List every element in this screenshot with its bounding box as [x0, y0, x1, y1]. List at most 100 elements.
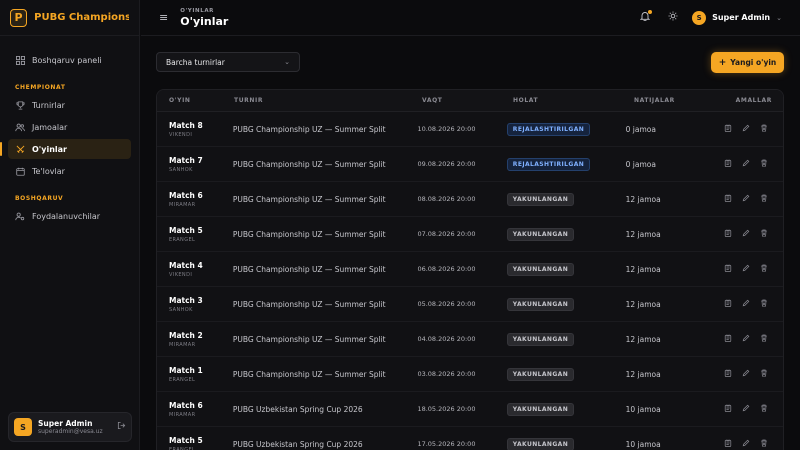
- table-row[interactable]: Match 8 VIKENDI PUBG Championship UZ — S…: [157, 112, 783, 147]
- column-header-tournament[interactable]: TURNIR: [234, 97, 422, 104]
- swords-icon: [14, 143, 26, 155]
- table-row[interactable]: Match 4 VIKENDI PUBG Championship UZ — S…: [157, 252, 783, 287]
- trash-icon[interactable]: [760, 229, 768, 239]
- table-row[interactable]: Match 7 SANHOK PUBG Championship UZ — Su…: [157, 147, 783, 182]
- column-header-time[interactable]: VAQT: [422, 97, 513, 104]
- sidebar-item-teams[interactable]: Jamoalar: [8, 117, 131, 137]
- table-row[interactable]: Match 5 ERANGEL PUBG Uzbekistan Spring C…: [157, 427, 783, 450]
- match-time: 18.05.2026 20:00: [417, 405, 476, 413]
- match-cell: Match 1 ERANGEL: [157, 366, 233, 383]
- brand-logo: P: [10, 8, 28, 27]
- column-header-match[interactable]: O'YIN: [157, 97, 234, 104]
- tournament-filter-select[interactable]: Barcha turnirlar ⌄: [156, 52, 300, 72]
- match-time: 17.05.2026 20:00: [417, 440, 476, 448]
- edit-icon[interactable]: [742, 369, 750, 379]
- edit-icon[interactable]: [742, 229, 750, 239]
- status-badge: YAKUNLANGAN: [506, 437, 575, 450]
- user-info: Super Admin superadmin@vesa.uz: [38, 419, 117, 435]
- status-cell: YAKUNLANGAN: [506, 192, 626, 206]
- trash-icon[interactable]: [760, 124, 768, 134]
- sidebar-item-label: Turnirlar: [32, 100, 65, 110]
- edit-icon[interactable]: [742, 124, 750, 134]
- match-cell: Match 5 ERANGEL: [157, 436, 233, 450]
- trash-icon[interactable]: [760, 194, 768, 204]
- page-titles: O'YINLAR O'yinlar: [180, 8, 228, 28]
- bell-icon[interactable]: [639, 10, 653, 24]
- table-row[interactable]: Match 5 ERANGEL PUBG Championship UZ — S…: [157, 217, 783, 252]
- sidebar: P PUBG Championship Boshqaruv paneli CHE…: [0, 0, 140, 450]
- sidebar-item-label: O'yinlar: [32, 144, 67, 154]
- status-cell: REJALASHTIRILGAN: [506, 122, 626, 136]
- new-match-button[interactable]: + Yangi o'yin: [711, 52, 784, 73]
- results-icon[interactable]: [724, 404, 732, 414]
- sidebar-item-users[interactable]: Foydalanuvchilar: [8, 206, 131, 226]
- table-row[interactable]: Match 6 MIRAMAR PUBG Uzbekistan Spring C…: [157, 392, 783, 427]
- edit-icon[interactable]: [742, 264, 750, 274]
- match-time: 04.08.2026 20:00: [417, 335, 476, 343]
- edit-icon[interactable]: [742, 159, 750, 169]
- table-row[interactable]: Match 1 ERANGEL PUBG Championship UZ — S…: [157, 357, 783, 392]
- calendar-icon: [14, 165, 26, 177]
- match-cell: Match 6 MIRAMAR: [157, 401, 233, 418]
- edit-icon[interactable]: [742, 334, 750, 344]
- trash-icon[interactable]: [760, 334, 768, 344]
- brand[interactable]: P PUBG Championship: [0, 0, 139, 36]
- table-row[interactable]: Match 3 SANHOK PUBG Championship UZ — Su…: [157, 287, 783, 322]
- results-icon[interactable]: [724, 299, 732, 309]
- header-actions: S Super Admin ⌄: [639, 10, 782, 25]
- table-row[interactable]: Match 6 MIRAMAR PUBG Championship UZ — S…: [157, 182, 783, 217]
- tournament-name: PUBG Championship UZ — Summer Split: [232, 264, 386, 274]
- toolbar: Barcha turnirlar ⌄ + Yangi o'yin: [156, 52, 784, 74]
- actions-cell: [714, 334, 783, 344]
- trash-icon[interactable]: [760, 299, 768, 309]
- trash-icon[interactable]: [760, 439, 768, 449]
- tournament-name: PUBG Championship UZ — Summer Split: [232, 124, 386, 134]
- status-cell: YAKUNLANGAN: [506, 332, 626, 346]
- tournament-name: PUBG Championship UZ — Summer Split: [232, 194, 386, 204]
- status-badge: YAKUNLANGAN: [506, 332, 575, 346]
- actions-cell: [714, 229, 783, 239]
- menu-toggle-icon[interactable]: ≡: [159, 11, 168, 24]
- status-cell: YAKUNLANGAN: [506, 367, 626, 381]
- column-header-results[interactable]: NATIJALAR: [634, 97, 724, 104]
- trash-icon[interactable]: [760, 264, 768, 274]
- edit-icon[interactable]: [742, 439, 750, 449]
- sun-icon[interactable]: [668, 11, 678, 24]
- match-map: VIKENDI: [169, 271, 193, 278]
- sidebar-item-payments[interactable]: Te'lovlar: [8, 161, 131, 181]
- notification-dot: [648, 10, 653, 14]
- edit-icon[interactable]: [742, 404, 750, 414]
- edit-icon[interactable]: [742, 194, 750, 204]
- match-name: Match 5: [169, 435, 203, 445]
- status-cell: YAKUNLANGAN: [506, 402, 626, 416]
- chevron-down-icon: ⌄: [776, 13, 782, 22]
- status-badge: YAKUNLANGAN: [506, 192, 575, 206]
- results-icon[interactable]: [724, 124, 732, 134]
- sidebar-item-tournaments[interactable]: Turnirlar: [8, 95, 131, 115]
- results-count: 10 jamoa: [625, 439, 661, 449]
- edit-icon[interactable]: [742, 299, 750, 309]
- trash-icon[interactable]: [760, 369, 768, 379]
- header-user-menu[interactable]: S Super Admin ⌄: [692, 10, 782, 25]
- results-icon[interactable]: [724, 194, 732, 204]
- match-cell: Match 7 SANHOK: [157, 156, 233, 173]
- match-map: MIRAMAR: [169, 411, 196, 418]
- trash-icon[interactable]: [760, 159, 768, 169]
- logout-icon[interactable]: [117, 421, 126, 433]
- new-match-label: Yangi o'yin: [730, 58, 777, 67]
- results-icon[interactable]: [724, 439, 732, 449]
- results-icon[interactable]: [724, 334, 732, 344]
- match-cell: Match 2 MIRAMAR: [157, 331, 233, 348]
- results-icon[interactable]: [724, 369, 732, 379]
- brand-name: PUBG Championship: [34, 12, 129, 23]
- tournament-name: PUBG Championship UZ — Summer Split: [232, 229, 386, 239]
- table-row[interactable]: Match 2 MIRAMAR PUBG Championship UZ — S…: [157, 322, 783, 357]
- results-icon[interactable]: [724, 159, 732, 169]
- trash-icon[interactable]: [760, 404, 768, 414]
- sidebar-item-dashboard[interactable]: Boshqaruv paneli: [8, 50, 131, 70]
- sidebar-item-matches[interactable]: O'yinlar: [0, 139, 131, 159]
- results-icon[interactable]: [724, 229, 732, 239]
- column-header-status[interactable]: HOLAT: [513, 97, 634, 104]
- results-icon[interactable]: [724, 264, 732, 274]
- actions-cell: [714, 194, 783, 204]
